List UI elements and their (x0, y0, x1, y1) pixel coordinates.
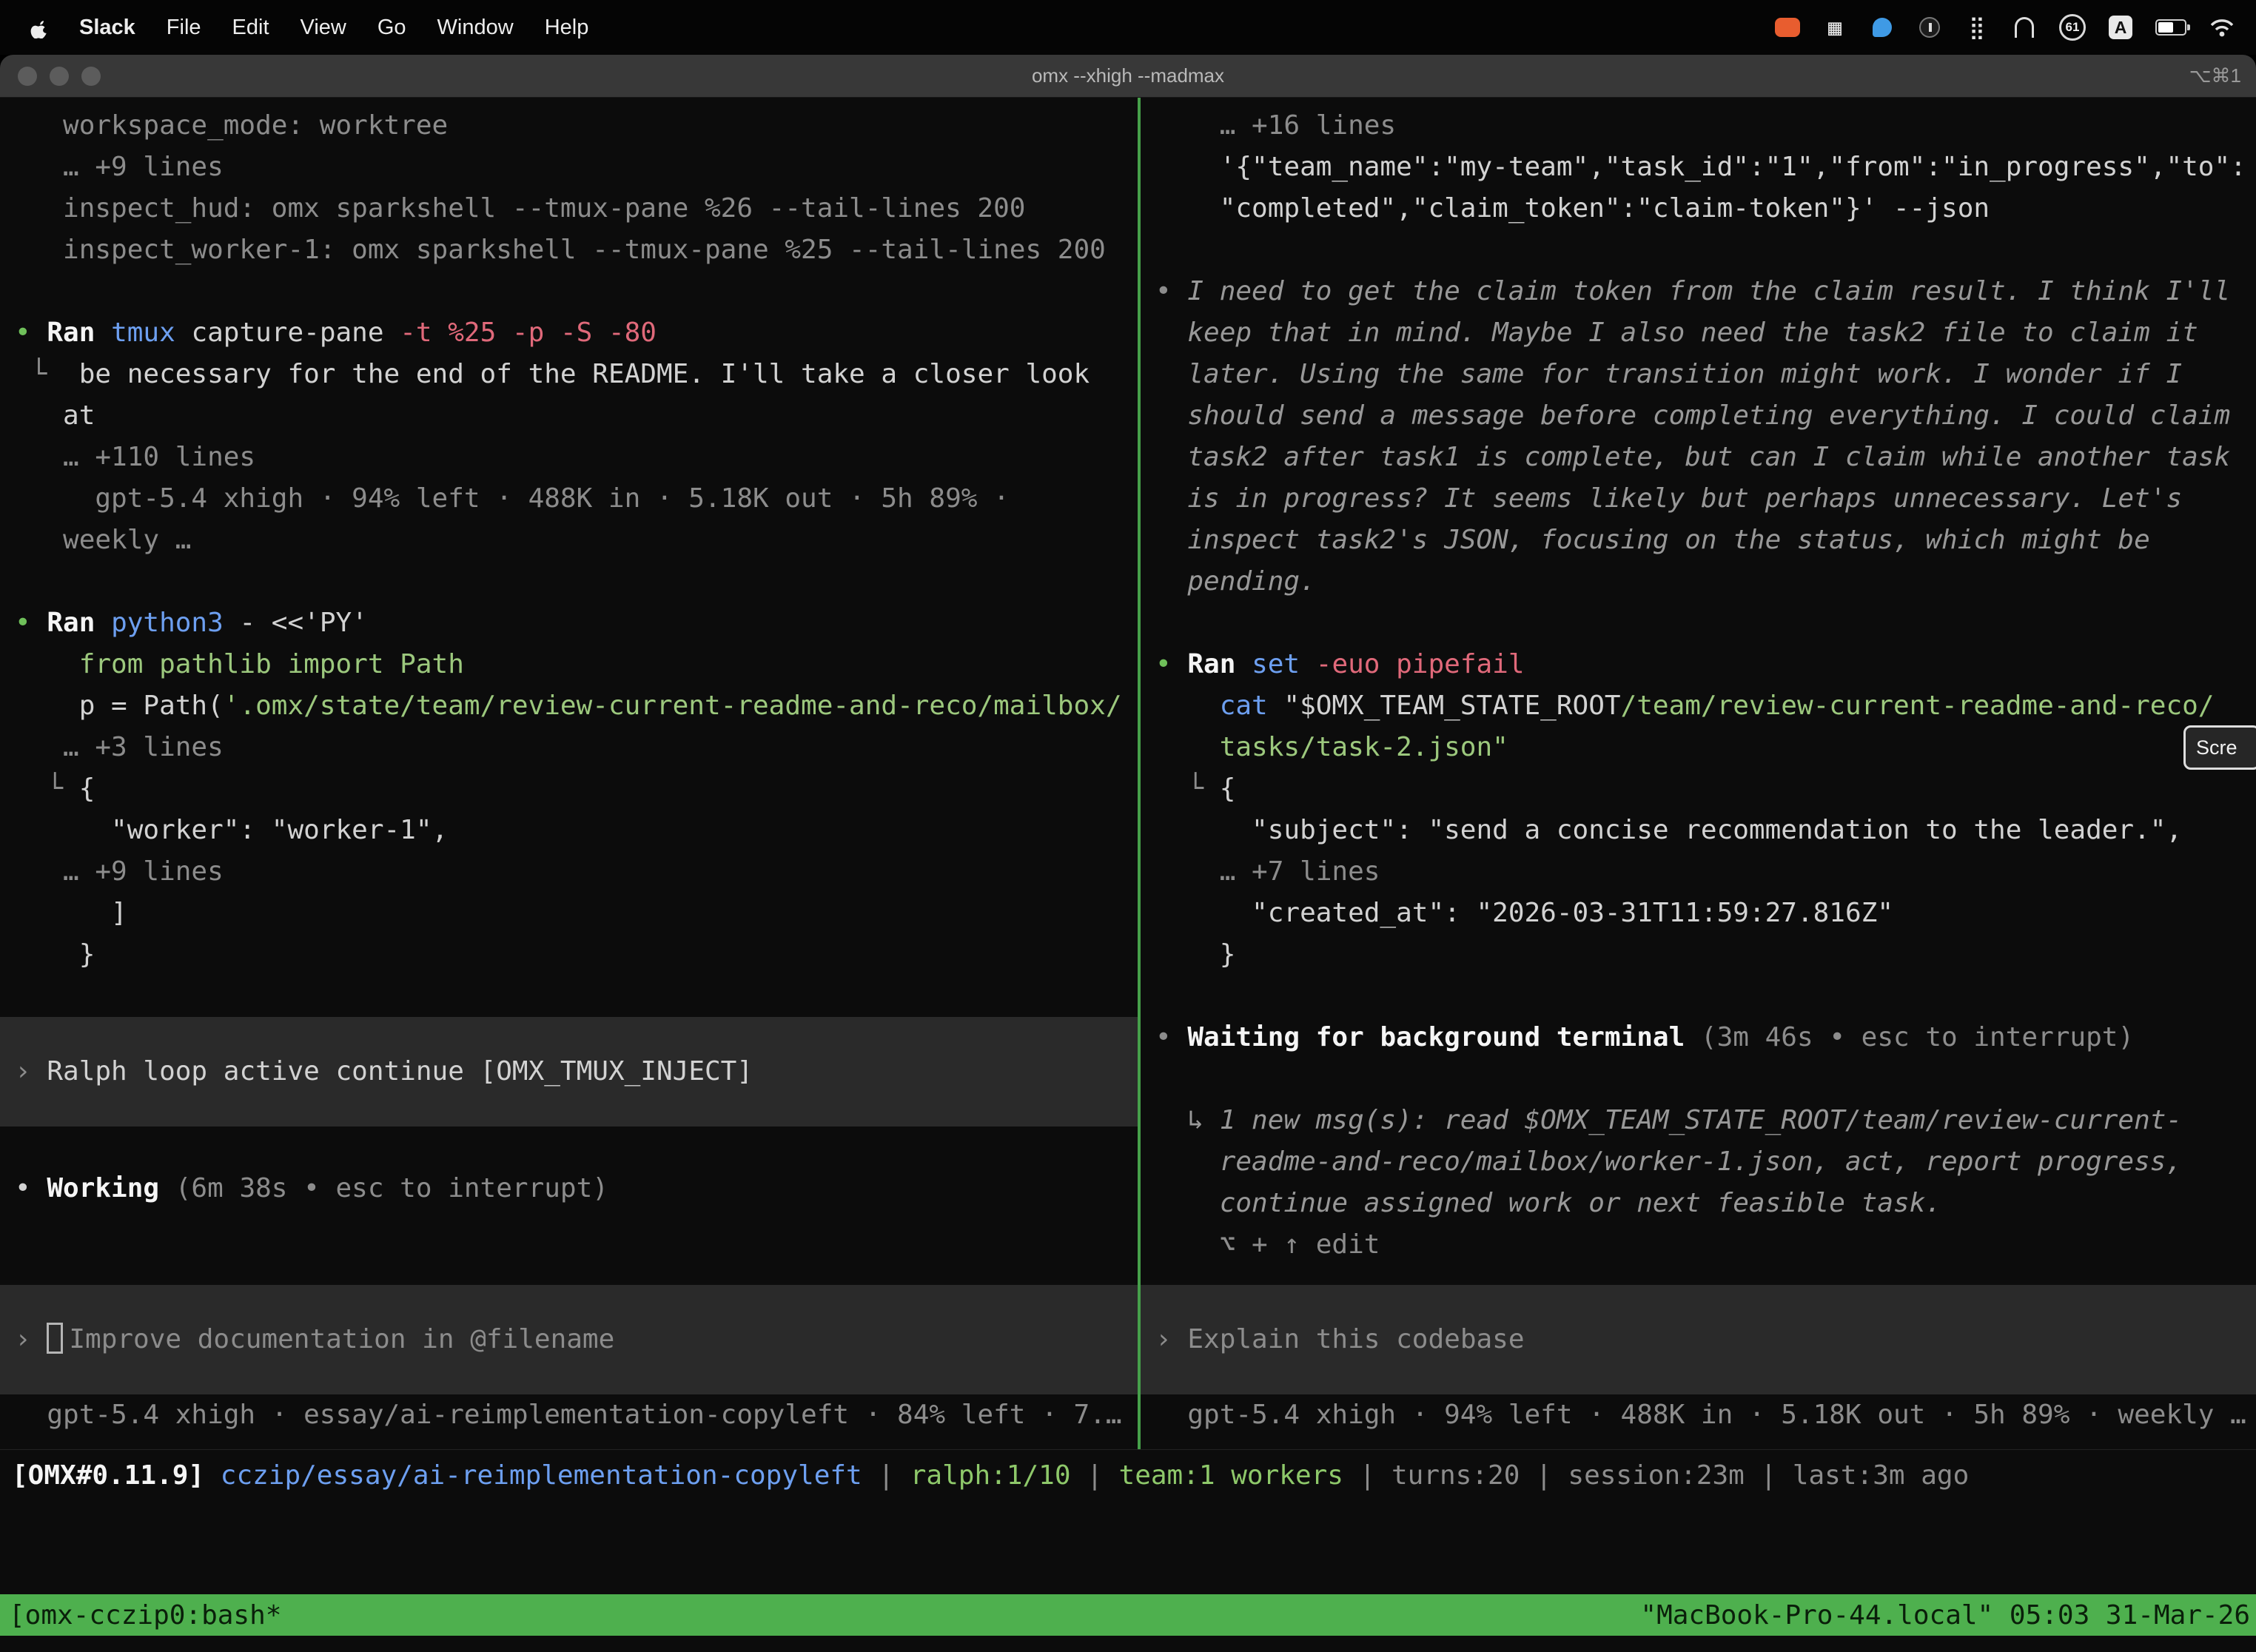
prompt-input-left[interactable]: › Improve documentation in @filename (0, 1285, 1138, 1394)
tmux-host-clock: "MacBook-Pro-44.local" 05:03 31-Mar-26 (1640, 1600, 2250, 1631)
terminal-line: readme-and-reco/mailbox/worker-1.json, a… (1155, 1141, 2256, 1183)
terminal-line: } (1155, 934, 2256, 976)
terminal-line: inspect_worker-1: omx sparkshell --tmux-… (15, 229, 1138, 271)
terminal-line: "created_at": "2026-03-31T11:59:27.816Z" (1155, 893, 2256, 934)
zoom-button[interactable] (81, 67, 101, 86)
input-source-icon[interactable]: A (2108, 13, 2133, 42)
terminal-line (1155, 229, 2256, 271)
terminal-line: "subject": "send a concise recommendatio… (1155, 810, 2256, 851)
tmux-session-label: [omx-cczip0:bash* (9, 1600, 281, 1631)
droplet-icon[interactable] (1870, 13, 1895, 42)
terminal-line: • Ran tmux capture-pane -t %25 -p -S -80 (15, 312, 1138, 354)
terminal-line: "completed","claim_token":"claim-token"}… (1155, 188, 2256, 229)
apple-menu[interactable] (10, 16, 64, 38)
terminal-line (15, 976, 1138, 1017)
terminal-line: is in progress? It seems likely but perh… (1155, 478, 2256, 520)
ghost-icon[interactable] (2012, 13, 2037, 42)
terminal-line: … +7 lines (1155, 851, 2256, 893)
terminal-line: workspace_mode: worktree (15, 105, 1138, 147)
screen-recording-indicator-icon[interactable] (1775, 13, 1800, 42)
window-shortcut-badge: ⌥⌘1 (2189, 64, 2256, 87)
terminal-pane-left[interactable]: workspace_mode: worktree … +9 lines insp… (0, 98, 1138, 1449)
terminal-line (1155, 976, 2256, 1017)
minimize-button[interactable] (50, 67, 69, 86)
terminal-line (1155, 602, 2256, 644)
terminal-line: task2 after task1 is complete, but can I… (1155, 437, 2256, 478)
terminal-line: weekly … (15, 520, 1138, 561)
terminal-line: ↳ 1 new msg(s): read $OMX_TEAM_STATE_ROO… (1155, 1100, 2256, 1141)
terminal-line: └ be necessary for the end of the README… (15, 354, 1138, 395)
terminal-pane-right[interactable]: … +16 lines '{"team_name":"my-team","tas… (1141, 98, 2256, 1449)
window-title: omx --xhigh --madmax (0, 64, 2256, 87)
terminal-line (15, 1126, 1138, 1168)
terminal-window: omx --xhigh --madmax ⌥⌘1 workspace_mode:… (0, 55, 2256, 1652)
model-status-left: gpt-5.4 xhigh · essay/ai-reimplementatio… (15, 1394, 1138, 1436)
terminal-line: } (15, 934, 1138, 976)
menubar-status-area: ▦ ⣿ 61 A (1775, 13, 2246, 42)
menu-view[interactable]: View (285, 0, 362, 55)
terminal-line: └ { (1155, 768, 2256, 810)
keyboard-grid-icon[interactable]: ▦ (1822, 13, 1847, 42)
menu-help[interactable]: Help (529, 0, 605, 55)
terminal-line: continue assigned work or next feasible … (1155, 1183, 2256, 1224)
terminal-line: inspect_hud: omx sparkshell --tmux-pane … (15, 188, 1138, 229)
terminal-line: … +16 lines (1155, 105, 2256, 147)
omx-status-text: [OMX#0.11.9] cczip/essay/ai-reimplementa… (12, 1460, 1969, 1502)
battery-icon[interactable] (2155, 13, 2186, 42)
terminal-line: p = Path('.omx/state/team/review-current… (15, 685, 1138, 727)
terminal-line: • Waiting for background terminal (3m 46… (1155, 1017, 2256, 1058)
terminal-line: • Working (6m 38s • esc to interrupt) (15, 1168, 1138, 1209)
terminal-line: • I need to get the claim token from the… (1155, 271, 2256, 312)
menu-file[interactable]: File (151, 0, 217, 55)
terminal-line: should send a message before completing … (1155, 395, 2256, 437)
traffic-lights (0, 67, 101, 86)
menubar: Slack File Edit View Go Window Help ▦ ⣿ … (0, 0, 2256, 55)
terminal-line: gpt-5.4 xhigh · 94% left · 488K in · 5.1… (15, 478, 1138, 520)
terminal-line: later. Using the same for transition mig… (1155, 354, 2256, 395)
terminal-line: • Ran set -euo pipefail (1155, 644, 2256, 685)
tmux-panes: workspace_mode: worktree … +9 lines insp… (0, 98, 2256, 1449)
terminal-line: cat "$OMX_TEAM_STATE_ROOT/team/review-cu… (1155, 685, 2256, 727)
omx-status-line: [OMX#0.11.9] cczip/essay/ai-reimplementa… (0, 1449, 2256, 1511)
menubar-left: Slack File Edit View Go Window Help (10, 0, 604, 55)
menu-window[interactable]: Window (422, 0, 529, 55)
terminal-line (15, 271, 1138, 312)
window-titlebar[interactable]: omx --xhigh --madmax ⌥⌘1 (0, 55, 2256, 98)
terminal-line: … +9 lines (15, 851, 1138, 893)
assistant-icon[interactable] (1917, 13, 1942, 42)
terminal-line: at (15, 395, 1138, 437)
terminal-line: "worker": "worker-1", (15, 810, 1138, 851)
text-cursor (47, 1323, 63, 1354)
terminal-line: tasks/task-2.json" (1155, 727, 2256, 768)
prompt-input-right[interactable]: › Explain this codebase (1141, 1285, 2256, 1394)
terminal-line: ⌥ + ↑ edit (1155, 1224, 2256, 1266)
terminal-line: … +110 lines (15, 437, 1138, 478)
screen-tooltip: Scre (2183, 725, 2256, 770)
injected-prompt-box[interactable]: › Ralph loop active continue [OMX_TMUX_I… (0, 1017, 1138, 1126)
battery-percent-ring-icon[interactable]: 61 (2059, 13, 2086, 42)
terminal-line: • Ran python3 - <<'PY' (15, 602, 1138, 644)
terminal-line (15, 561, 1138, 602)
terminal-line: pending. (1155, 561, 2256, 602)
terminal-line: inspect task2's JSON, focusing on the st… (1155, 520, 2256, 561)
terminal-line (1155, 1058, 2256, 1100)
menu-go[interactable]: Go (362, 0, 422, 55)
dots-grid-icon[interactable]: ⣿ (1964, 13, 1990, 42)
wifi-icon[interactable] (2209, 13, 2235, 42)
terminal-line: └ { (15, 768, 1138, 810)
terminal-line: '{"team_name":"my-team","task_id":"1","f… (1155, 147, 2256, 188)
terminal-line: keep that in mind. Maybe I also need the… (1155, 312, 2256, 354)
terminal-line: … +9 lines (15, 147, 1138, 188)
menubar-app-name[interactable]: Slack (64, 0, 151, 55)
menu-edit[interactable]: Edit (217, 0, 285, 55)
model-status-right: gpt-5.4 xhigh · 94% left · 488K in · 5.1… (1155, 1394, 2256, 1436)
close-button[interactable] (18, 67, 37, 86)
terminal-line: from pathlib import Path (15, 644, 1138, 685)
apple-logo-icon (28, 16, 50, 38)
screen: Slack File Edit View Go Window Help ▦ ⣿ … (0, 0, 2256, 1652)
terminal-line: … +3 lines (15, 727, 1138, 768)
terminal-line: ] (15, 893, 1138, 934)
tmux-status-bar: [omx-cczip0:bash* "MacBook-Pro-44.local"… (0, 1594, 2256, 1636)
